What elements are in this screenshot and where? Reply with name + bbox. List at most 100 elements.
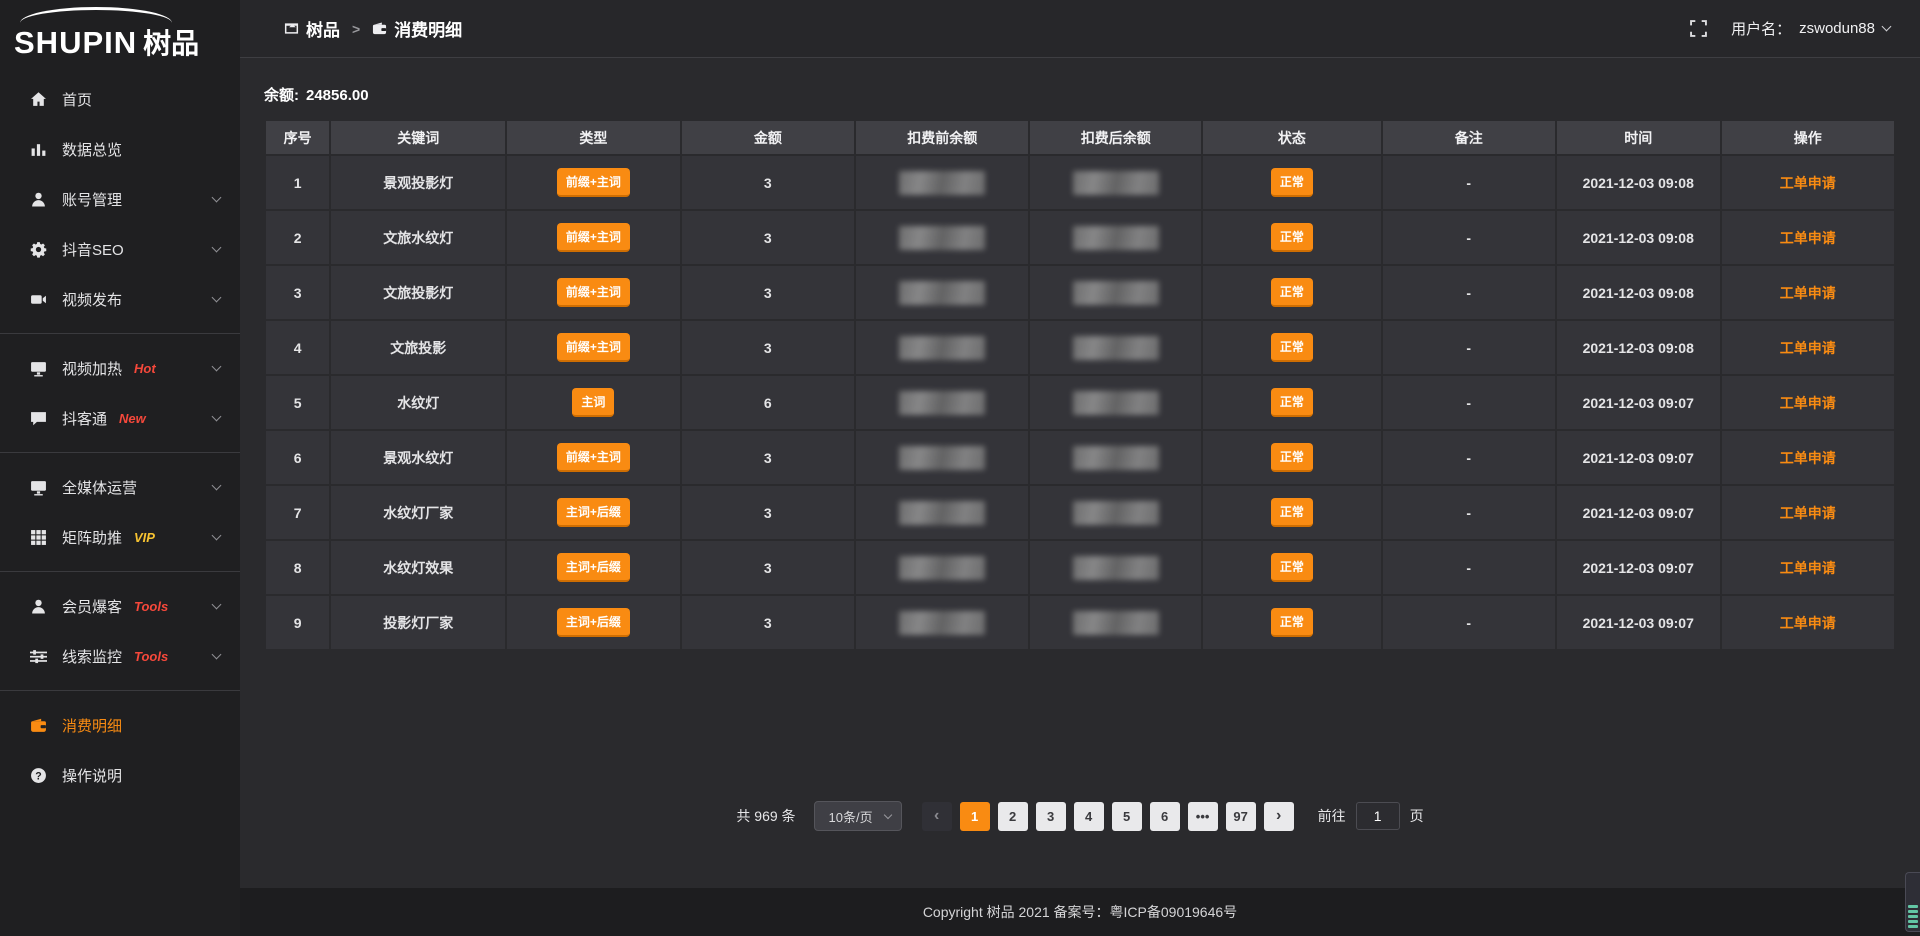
sidebar-item-label: 操作说明 bbox=[62, 765, 122, 786]
sidebar-item-omni-media[interactable]: 全媒体运营 bbox=[0, 462, 240, 512]
cell-time: 2021-12-03 09:07 bbox=[1556, 485, 1721, 540]
cell-keyword: 景观水纹灯 bbox=[330, 430, 506, 485]
breadcrumb-item[interactable]: 消费明细 bbox=[372, 16, 462, 41]
more-pages-button[interactable]: ••• bbox=[1188, 802, 1218, 831]
cell-type: 前缀+主词 bbox=[506, 430, 680, 485]
floating-widget[interactable] bbox=[1905, 872, 1920, 932]
cell-index: 1 bbox=[265, 155, 330, 210]
sidebar-item-home[interactable]: 首页 bbox=[0, 74, 240, 124]
sidebar-item-member-burst[interactable]: 会员爆客 Tools bbox=[0, 581, 240, 631]
cell-remark: - bbox=[1382, 375, 1556, 430]
cell-action: 工单申请 bbox=[1721, 540, 1895, 595]
page-button-97[interactable]: 97 bbox=[1226, 802, 1256, 831]
page-button-1[interactable]: 1 bbox=[960, 802, 990, 831]
goto-suffix: 页 bbox=[1410, 806, 1424, 826]
cell-time: 2021-12-03 09:08 bbox=[1556, 265, 1721, 320]
cell-amount: 3 bbox=[681, 155, 855, 210]
sidebar-item-label: 线索监控 bbox=[62, 646, 122, 667]
cell-time: 2021-12-03 09:07 bbox=[1556, 540, 1721, 595]
sidebar-item-consumption-details[interactable]: 消费明细 bbox=[0, 700, 240, 750]
page-button-4[interactable]: 4 bbox=[1074, 802, 1104, 831]
cell-keyword: 文旅投影灯 bbox=[330, 265, 506, 320]
sidebar-item-video-publish[interactable]: 视频发布 bbox=[0, 274, 240, 324]
cell-status: 正常 bbox=[1202, 540, 1381, 595]
cell-pre-balance bbox=[855, 430, 1029, 485]
work-order-link[interactable]: 工单申请 bbox=[1780, 175, 1836, 191]
work-order-link[interactable]: 工单申请 bbox=[1780, 395, 1836, 411]
question-icon: ? bbox=[30, 767, 47, 784]
cell-remark: - bbox=[1382, 210, 1556, 265]
cell-post-balance bbox=[1029, 155, 1202, 210]
sidebar-item-operation-guide[interactable]: ? 操作说明 bbox=[0, 750, 240, 800]
work-order-link[interactable]: 工单申请 bbox=[1780, 450, 1836, 466]
footer: Copyright 树品 2021 备案号：粤ICP备09019646号 bbox=[240, 888, 1920, 936]
breadcrumb-item[interactable]: 树品 bbox=[284, 16, 340, 41]
sidebar-item-data-overview[interactable]: 数据总览 bbox=[0, 124, 240, 174]
user-icon bbox=[30, 191, 47, 208]
column-header: 扣费前余额 bbox=[855, 120, 1029, 155]
column-header: 类型 bbox=[506, 120, 680, 155]
redacted-pre-balance bbox=[899, 391, 985, 415]
page-button-3[interactable]: 3 bbox=[1036, 802, 1066, 831]
logo-text-cn: 树品 bbox=[143, 30, 199, 58]
sidebar-divider bbox=[0, 571, 240, 572]
cell-pre-balance bbox=[855, 595, 1029, 650]
cell-time: 2021-12-03 09:08 bbox=[1556, 320, 1721, 375]
work-order-link[interactable]: 工单申请 bbox=[1780, 505, 1836, 521]
cell-pre-balance bbox=[855, 375, 1029, 430]
redacted-post-balance bbox=[1073, 281, 1159, 305]
chevron-down-icon bbox=[212, 193, 222, 203]
sidebar-item-video-heating[interactable]: 视频加热Hot bbox=[0, 343, 240, 393]
balance-value: 24856.00 bbox=[306, 87, 369, 104]
cell-action: 工单申请 bbox=[1721, 430, 1895, 485]
username-label: 用户名： bbox=[1731, 18, 1791, 39]
work-order-link[interactable]: 工单申请 bbox=[1780, 615, 1836, 631]
page-button-6[interactable]: 6 bbox=[1150, 802, 1180, 831]
sliders-icon bbox=[30, 648, 47, 665]
redacted-pre-balance bbox=[899, 556, 985, 580]
user-menu[interactable]: 用户名：zswodun88 bbox=[1731, 18, 1890, 39]
sidebar-item-douketong[interactable]: 抖客通New bbox=[0, 393, 240, 443]
chevron-down-icon bbox=[212, 650, 222, 660]
panel-icon bbox=[284, 21, 299, 36]
cell-type: 主词+后缀 bbox=[506, 540, 680, 595]
prev-page-button[interactable]: ‹ bbox=[922, 802, 952, 831]
status-badge: 正常 bbox=[1271, 223, 1313, 252]
fullscreen-icon[interactable] bbox=[1690, 20, 1707, 37]
sidebar-item-label: 视频发布 bbox=[62, 289, 122, 310]
column-header: 时间 bbox=[1556, 120, 1721, 155]
next-page-button[interactable]: › bbox=[1264, 802, 1294, 831]
page-button-5[interactable]: 5 bbox=[1112, 802, 1142, 831]
work-order-link[interactable]: 工单申请 bbox=[1780, 230, 1836, 246]
sidebar-item-account-management[interactable]: 账号管理 bbox=[0, 174, 240, 224]
type-badge: 前缀+主词 bbox=[557, 278, 630, 307]
sidebar-item-tag: New bbox=[119, 411, 146, 426]
goto-page-input[interactable] bbox=[1356, 802, 1400, 830]
cell-remark: - bbox=[1382, 595, 1556, 650]
page-size-select[interactable]: 10条/页 bbox=[814, 801, 902, 831]
widget-stripe bbox=[1908, 925, 1918, 928]
page-button-2[interactable]: 2 bbox=[998, 802, 1028, 831]
user-icon bbox=[30, 598, 47, 615]
total-count: 共 969 条 bbox=[736, 806, 795, 826]
sidebar-item-tag: Tools bbox=[134, 599, 168, 614]
cell-action: 工单申请 bbox=[1721, 320, 1895, 375]
work-order-link[interactable]: 工单申请 bbox=[1780, 560, 1836, 576]
sidebar-item-matrix-boost[interactable]: 矩阵助推VIP bbox=[0, 512, 240, 562]
work-order-link[interactable]: 工单申请 bbox=[1780, 285, 1836, 301]
redacted-post-balance bbox=[1073, 336, 1159, 360]
goto-label: 前往 bbox=[1318, 806, 1346, 826]
chevron-down-icon bbox=[212, 531, 222, 541]
sidebar-item-label: 会员爆客 bbox=[62, 596, 122, 617]
cell-action: 工单申请 bbox=[1721, 375, 1895, 430]
table-row: 3文旅投影灯前缀+主词3正常-2021-12-03 09:08工单申请 bbox=[265, 265, 1895, 320]
cell-remark: - bbox=[1382, 320, 1556, 375]
status-badge: 正常 bbox=[1271, 553, 1313, 582]
sidebar-item-douyin-seo[interactable]: 抖音SEO bbox=[0, 224, 240, 274]
work-order-link[interactable]: 工单申请 bbox=[1780, 340, 1836, 356]
brand-logo: SHUPIN 树品 bbox=[0, 0, 240, 62]
sidebar-item-clue-monitor[interactable]: 线索监控Tools bbox=[0, 631, 240, 681]
redacted-post-balance bbox=[1073, 556, 1159, 580]
topbar-right: 用户名：zswodun88 bbox=[1690, 18, 1890, 39]
cell-remark: - bbox=[1382, 430, 1556, 485]
